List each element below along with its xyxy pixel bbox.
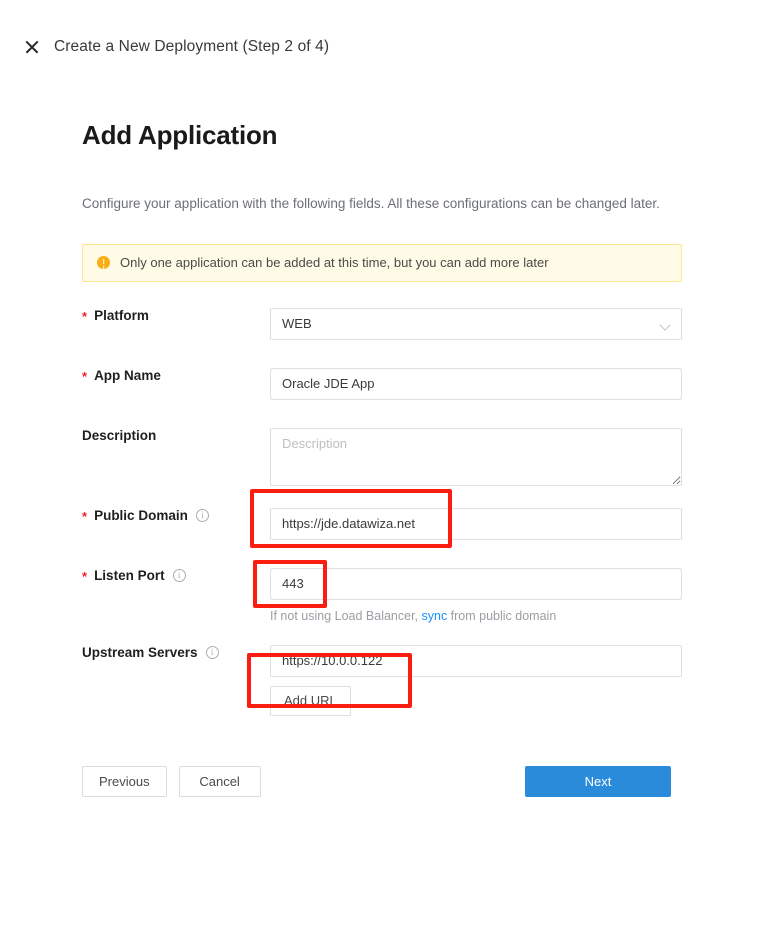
form-row-public-domain: * Public Domain	[82, 507, 682, 540]
info-icon[interactable]	[205, 645, 219, 659]
description-textarea[interactable]	[270, 427, 682, 486]
label-public-domain: * Public Domain	[82, 508, 270, 523]
label-listen-port-text: Listen Port	[94, 567, 165, 583]
deployment-wizard-page: Create a New Deployment (Step 2 of 4) Ad…	[0, 0, 758, 938]
add-application-form: * Platform * App Name	[82, 307, 682, 716]
form-row-upstream-servers: Upstream Servers Add URL	[82, 644, 682, 716]
required-asterisk: *	[82, 309, 88, 325]
field-description	[270, 427, 682, 486]
label-platform-text: Platform	[94, 307, 149, 323]
modal-header: Create a New Deployment (Step 2 of 4)	[24, 38, 329, 56]
close-icon[interactable]	[24, 39, 40, 55]
field-upstream-servers: Add URL	[270, 644, 682, 716]
field-app-name	[270, 367, 682, 400]
form-row-app-name: * App Name	[82, 367, 682, 400]
info-icon[interactable]	[172, 568, 186, 582]
listen-port-input[interactable]	[270, 567, 682, 600]
cancel-button[interactable]: Cancel	[178, 766, 261, 797]
upstream-server-input[interactable]	[270, 644, 682, 677]
info-icon[interactable]	[195, 508, 209, 522]
field-platform	[270, 307, 682, 340]
label-public-domain-text: Public Domain	[94, 507, 188, 523]
platform-select[interactable]	[270, 307, 682, 340]
sync-link[interactable]: sync	[422, 609, 448, 623]
wizard-footer: Previous Cancel Next	[82, 766, 671, 797]
label-upstream-servers-text: Upstream Servers	[82, 644, 198, 660]
label-description-text: Description	[82, 427, 157, 443]
helper-prefix: If not using Load Balancer,	[270, 608, 422, 623]
label-description: Description	[82, 428, 270, 443]
label-app-name-text: App Name	[94, 367, 161, 383]
page-description: Configure your application with the foll…	[82, 196, 660, 211]
app-name-input[interactable]	[270, 367, 682, 400]
platform-select-wrapper[interactable]	[270, 307, 682, 340]
content-area: Add Application Configure your applicati…	[82, 120, 682, 716]
required-asterisk: *	[82, 569, 88, 585]
warning-circle-icon	[97, 256, 110, 270]
label-app-name: * App Name	[82, 367, 270, 385]
helper-suffix: from public domain	[447, 608, 557, 623]
previous-button[interactable]: Previous	[82, 766, 167, 797]
label-platform: * Platform	[82, 307, 270, 325]
label-upstream-servers: Upstream Servers	[82, 645, 270, 660]
wizard-step-title: Create a New Deployment (Step 2 of 4)	[54, 38, 330, 55]
page-title: Add Application	[82, 120, 278, 150]
required-asterisk: *	[82, 509, 88, 525]
label-listen-port: * Listen Port	[82, 568, 270, 583]
field-listen-port: If not using Load Balancer, sync from pu…	[270, 567, 682, 623]
form-row-platform: * Platform	[82, 307, 682, 340]
form-row-description: Description	[82, 427, 682, 486]
form-row-listen-port: * Listen Port If not using Load Balancer…	[82, 567, 682, 623]
public-domain-input[interactable]	[270, 507, 682, 540]
field-public-domain	[270, 507, 682, 540]
add-url-button[interactable]: Add URL	[270, 685, 351, 716]
info-alert-banner: Only one application can be added at thi…	[82, 243, 682, 282]
alert-message: Only one application can be added at thi…	[120, 255, 549, 271]
listen-port-helper-text: If not using Load Balancer, sync from pu…	[270, 600, 682, 623]
next-button[interactable]: Next	[525, 766, 671, 797]
required-asterisk: *	[82, 369, 88, 385]
